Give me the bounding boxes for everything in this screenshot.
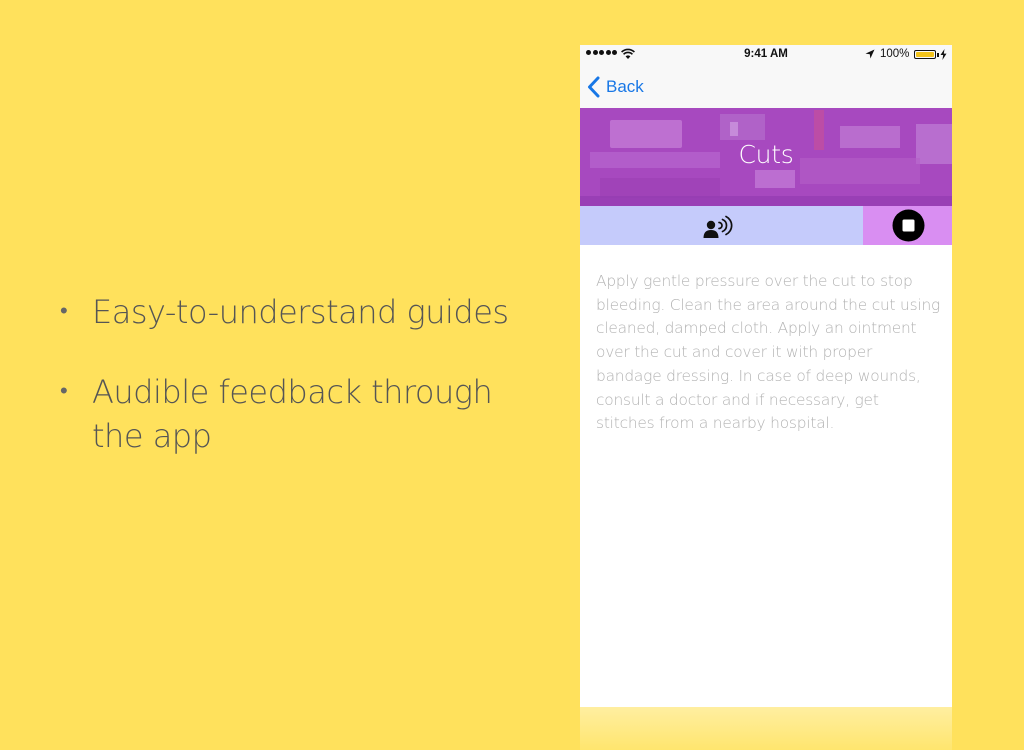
bullet-item: • Easy-to-understand guides [60,290,530,334]
battery-icon [914,50,936,59]
guide-title: Cuts [738,140,794,169]
presentation-slide: • Easy-to-understand guides • Audible fe… [0,0,1024,750]
charging-bolt-icon [940,49,947,60]
audio-controls [580,206,952,245]
stop-icon [892,209,925,242]
bullet-text: Easy-to-understand guides [92,293,509,331]
speak-button[interactable] [580,206,863,245]
guide-instructions: Apply gentle pressure over the cut to st… [596,272,941,433]
navigation-bar: Back [580,65,952,108]
battery-percentage: 100% [880,48,910,60]
bullet-symbol: • [60,379,68,404]
location-arrow-icon [865,49,875,59]
phone-screen: 9:41 AM 100% Back Cuts Apply gentle pres… [580,45,952,707]
back-label: Back [606,77,644,96]
battery-tip [937,53,939,57]
back-button[interactable]: Back [587,75,644,99]
bullet-symbol: • [60,299,68,324]
stop-button[interactable] [863,206,952,245]
bullet-list: • Easy-to-understand guides • Audible fe… [60,290,530,494]
phone-reflection [580,707,952,750]
bullet-text: Audible feedback through the app [92,373,493,455]
chevron-left-icon [588,76,600,98]
speaking-person-icon [703,215,733,238]
guide-header-banner: Cuts [580,108,952,206]
status-bar: 9:41 AM 100% [580,45,952,65]
bullet-item: • Audible feedback through the app [60,370,530,458]
